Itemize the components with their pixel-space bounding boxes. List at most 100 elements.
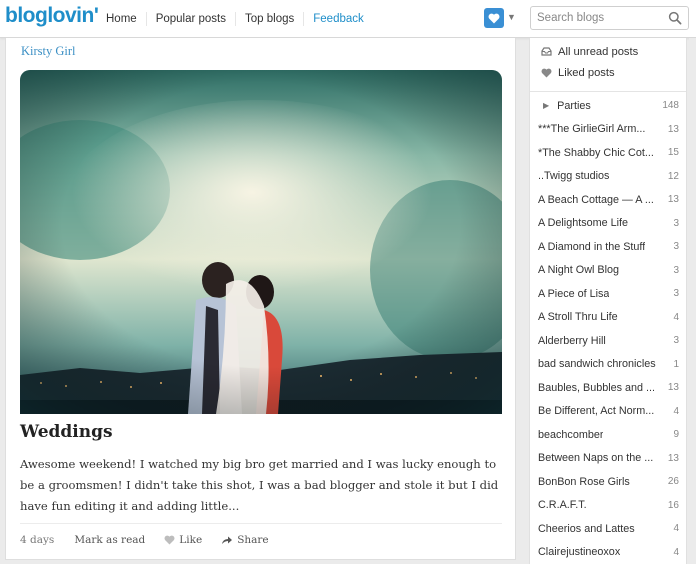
blog-list-item[interactable]: Be Different, Act Norm... 4 [530,400,686,424]
unread-count: 13 [667,452,679,464]
share-arrow-icon [222,536,233,544]
post-title[interactable]: Weddings [20,422,113,442]
nav-feedback[interactable]: Feedback [303,11,373,26]
blog-list-item[interactable]: A Night Owl Blog 3 [530,259,686,283]
sidebar-all-unread[interactable]: All unread posts [530,41,686,62]
folder-parties[interactable]: ▶ Parties 148 [530,94,686,118]
blog-list-item[interactable]: beachcomber 9 [530,423,686,447]
blog-list-item[interactable]: C.R.A.F.T. 16 [530,494,686,518]
post-card: Kirsty Girl Weddings Awesome weekend! I … [5,38,516,560]
blog-name: beachcomber [538,428,604,441]
chevron-down-icon[interactable]: ▼ [507,12,516,22]
blog-list-item[interactable]: Between Naps on the ... 13 [530,447,686,471]
unread-count: 12 [667,170,679,182]
unread-count: 148 [662,100,679,112]
like-button[interactable]: Like [164,534,202,546]
search-icon[interactable] [668,11,682,25]
main-nav: Home Popular posts Top blogs Feedback [106,0,373,37]
blog-list: ▶ Parties 148 ***The GirlieGirl Arm... 13… [530,92,686,564]
sidebar-liked-posts[interactable]: Liked posts [530,62,686,83]
heart-icon [540,68,552,78]
blog-list-item[interactable]: A Beach Cottage — A ... 13 [530,188,686,212]
blog-name: Baubles, Bubbles and ... [538,381,656,394]
blog-name: Clairejustineoxox [538,546,621,559]
mark-as-read-button[interactable]: Mark as read [74,534,145,546]
unread-count: 3 [673,264,679,276]
search-input[interactable] [531,7,665,29]
blog-list-item[interactable]: Cheerios and Lattes 4 [530,517,686,541]
bloglovin-logo[interactable]: bloglovin' [5,4,99,28]
divider [20,523,502,524]
blog-list-item[interactable]: A Stroll Thru Life 4 [530,306,686,330]
blog-name: A Diamond in the Stuff [538,240,646,253]
blog-name: Be Different, Act Norm... [538,405,655,418]
mark-as-read-label: Mark as read [74,534,146,546]
unread-count: 4 [673,405,679,417]
blog-list-item[interactable]: Baubles, Bubbles and ... 13 [530,376,686,400]
unread-count: 26 [667,476,679,488]
blog-list-item[interactable]: *The Shabby Chic Cot... 15 [530,141,686,165]
blog-list-item[interactable]: Clairejustineoxox 4 [530,541,686,564]
blog-name: A Night Owl Blog [538,264,620,277]
page-scrollbar[interactable] [689,38,696,564]
unread-count: 3 [673,335,679,347]
blog-name: A Stroll Thru Life [538,311,618,324]
blog-name: ..Twigg studios [538,170,610,183]
blog-name: Cheerios and Lattes [538,522,635,535]
blog-list-item[interactable]: Alderberry Hill 3 [530,329,686,353]
inbox-icon [540,47,552,56]
share-label: Share [237,534,269,546]
blog-list-item[interactable]: ***The GirlieGirl Arm... 13 [530,118,686,142]
share-button[interactable]: Share [221,534,269,546]
folder-name: Parties [557,99,591,112]
blog-name: Between Naps on the ... [538,452,654,465]
blog-list-item[interactable]: BonBon Rose Girls 26 [530,470,686,494]
like-label: Like [179,534,203,546]
blog-list-item[interactable]: A Diamond in the Stuff 3 [530,235,686,259]
blog-list-item[interactable]: bad sandwich chronicles 1 [530,353,686,377]
sidebar: All unread posts Liked posts ▶ Parties 1… [529,38,687,564]
heart-icon [488,13,500,23]
post-blog-name[interactable]: Kirsty Girl [21,44,76,59]
post-excerpt: Awesome weekend! I watched my big bro ge… [20,457,499,513]
blog-name: C.R.A.F.T. [538,499,587,512]
unread-count: 4 [673,311,679,323]
nav-top-blogs[interactable]: Top blogs [235,11,303,26]
blog-name: A Piece of Lisa [538,287,610,300]
sidebar-liked-label: Liked posts [558,66,615,79]
unread-count: 4 [673,523,679,535]
caret-right-icon[interactable]: ▶ [543,101,549,110]
unread-count: 13 [667,194,679,206]
blog-list-item[interactable]: ..Twigg studios 12 [530,165,686,189]
top-bar: bloglovin' Home Popular posts Top blogs … [0,0,696,38]
blog-list-item[interactable]: A Delightsome Life 3 [530,212,686,236]
unread-count: 1 [673,358,679,370]
blog-list-item[interactable]: A Piece of Lisa 3 [530,282,686,306]
unread-count: 16 [667,499,679,511]
post-actions: 4 days Mark as read Like Share [20,534,288,546]
heart-icon [164,535,175,545]
unread-count: 9 [673,429,679,441]
unread-count: 13 [667,382,679,394]
unread-count: 3 [673,288,679,300]
blog-name: ***The GirlieGirl Arm... [538,123,646,136]
nav-popular-posts[interactable]: Popular posts [145,11,235,26]
search-box [530,6,689,30]
unread-count: 4 [673,546,679,558]
blog-name: A Beach Cottage — A ... [538,193,654,206]
blog-name: bad sandwich chronicles [538,358,656,371]
unread-count: 3 [673,241,679,253]
sidebar-top: All unread posts Liked posts [530,38,686,92]
follow-menu-button[interactable] [484,8,504,28]
blog-name: A Delightsome Life [538,217,629,230]
unread-count: 15 [667,147,679,159]
unread-count: 3 [673,217,679,229]
blog-name: BonBon Rose Girls [538,475,630,488]
sidebar-all-unread-label: All unread posts [558,45,639,58]
nav-home[interactable]: Home [106,12,146,26]
blog-name: *The Shabby Chic Cot... [538,146,654,159]
post-age: 4 days [20,534,55,546]
post-image[interactable] [20,70,502,414]
blog-name: Alderberry Hill [538,334,606,347]
unread-count: 13 [667,123,679,135]
